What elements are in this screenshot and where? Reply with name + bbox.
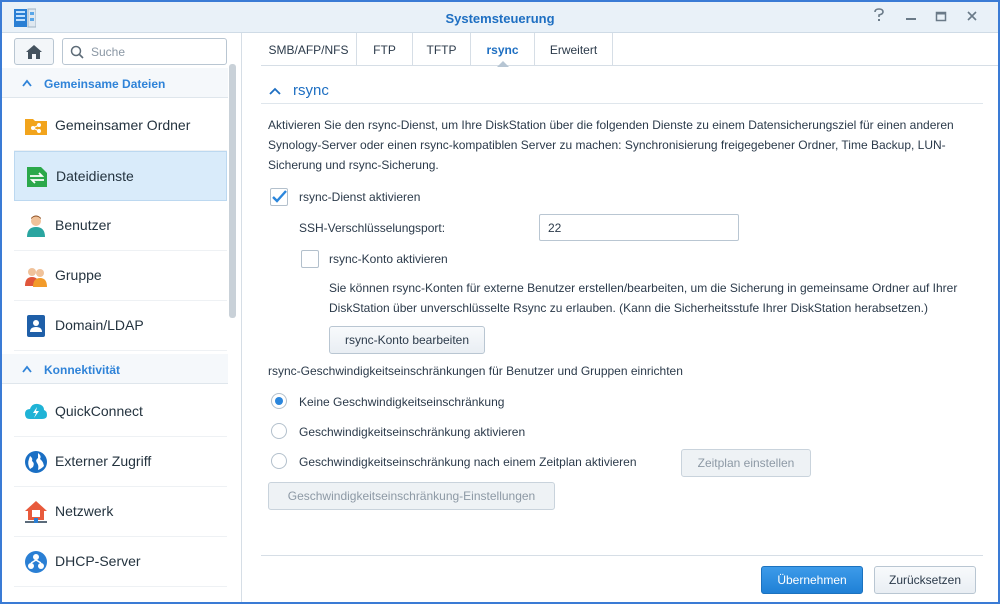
file-services-icon xyxy=(27,167,47,187)
domain-ldap-icon xyxy=(27,315,45,337)
rsync-section-header[interactable]: rsync xyxy=(261,80,983,104)
sidebar-item-label: Dateidienste xyxy=(56,168,134,184)
sidebar-item-user[interactable]: Benutzer xyxy=(14,201,227,251)
sidebar-item-label: Domain/LDAP xyxy=(55,317,144,333)
minimize-icon[interactable] xyxy=(900,8,922,28)
dhcp-server-icon xyxy=(25,551,47,573)
schedule-button[interactable]: Zeitplan einstellen xyxy=(681,449,811,477)
shared-folder-icon xyxy=(25,119,47,135)
window-title: Systemsteuerung xyxy=(445,11,555,26)
radio-scheduled-speed-limit[interactable] xyxy=(271,453,287,469)
sidebar-item-external-access[interactable]: Externer Zugriff xyxy=(14,437,227,487)
quickconnect-icon xyxy=(25,403,47,419)
home-button[interactable] xyxy=(14,38,54,65)
edit-rsync-account-button[interactable]: rsync-Konto bearbeiten xyxy=(329,326,485,354)
tab-bar: SMB/AFP/NFS FTP TFTP rsync Erweitert xyxy=(261,33,998,67)
group-label: Gemeinsame Dateien xyxy=(44,77,166,91)
radio-label: Geschwindigkeitseinschränkung aktivieren xyxy=(299,425,526,439)
sidebar-item-domain-ldap[interactable]: Domain/LDAP xyxy=(14,301,227,351)
search-icon xyxy=(70,45,84,59)
tab-smb-afp-nfs[interactable]: SMB/AFP/NFS xyxy=(261,33,357,66)
sidebar-scrollbar[interactable] xyxy=(229,64,236,318)
enable-rsync-checkbox[interactable] xyxy=(270,188,288,206)
group-icon xyxy=(25,268,47,287)
search-box[interactable] xyxy=(62,38,227,65)
chevron-up-icon xyxy=(269,87,281,95)
sidebar-item-label: QuickConnect xyxy=(55,403,143,419)
footer-divider xyxy=(261,555,983,556)
tab-advanced[interactable]: Erweitert xyxy=(535,33,613,66)
enable-rsync-label: rsync-Dienst aktivieren xyxy=(299,190,421,204)
main-panel: SMB/AFP/NFS FTP TFTP rsync Erweitert rsy… xyxy=(243,33,998,602)
tab-rsync[interactable]: rsync xyxy=(471,33,535,67)
control-panel-window: Systemsteuerung Gem xyxy=(2,2,998,602)
sidebar-item-shared-folder[interactable]: Gemeinsamer Ordner xyxy=(14,101,227,151)
help-icon[interactable] xyxy=(868,8,890,28)
network-icon xyxy=(25,501,47,523)
apply-button[interactable]: Übernehmen xyxy=(761,566,863,594)
sidebar-item-dhcp-server[interactable]: DHCP-Server xyxy=(14,537,227,587)
sidebar-item-label: Gruppe xyxy=(55,267,102,283)
radio-enable-speed-limit[interactable] xyxy=(271,423,287,439)
sidebar-item-label: Externer Zugriff xyxy=(55,453,152,469)
sidebar-item-network[interactable]: Netzwerk xyxy=(14,487,227,537)
radio-label: Geschwindigkeitseinschränkung nach einem… xyxy=(299,455,637,469)
tab-ftp[interactable]: FTP xyxy=(357,33,413,66)
tab-tftp[interactable]: TFTP xyxy=(413,33,471,66)
enable-account-label: rsync-Konto aktivieren xyxy=(329,252,448,266)
search-input[interactable] xyxy=(91,43,221,61)
sidebar-item-label: Benutzer xyxy=(55,217,112,233)
group-connectivity[interactable]: Konnektivität xyxy=(2,354,228,384)
radio-no-speed-limit[interactable] xyxy=(271,393,287,409)
user-icon xyxy=(27,215,45,237)
sidebar-item-file-services[interactable]: Dateidienste xyxy=(14,151,227,201)
rsync-description: Aktivieren Sie den rsync-Dienst, um Ihre… xyxy=(268,118,954,172)
account-note: Sie können rsync-Konten für externe Benu… xyxy=(329,281,958,315)
external-access-icon xyxy=(25,451,47,473)
title-bar: Systemsteuerung xyxy=(2,2,998,33)
checkmark-icon xyxy=(272,190,287,203)
sidebar-item-label: Gemeinsamer Ordner xyxy=(55,117,191,133)
chevron-up-icon xyxy=(22,79,32,87)
group-shared-files[interactable]: Gemeinsame Dateien xyxy=(2,68,228,98)
group-label: Konnektivität xyxy=(44,363,121,377)
reset-button[interactable]: Zurücksetzen xyxy=(874,566,976,594)
ssh-port-label: SSH-Verschlüsselungsport: xyxy=(299,221,446,235)
sidebar: Gemeinsame Dateien Gemeinsamer Ordner Da… xyxy=(2,33,242,602)
speed-limit-heading: rsync-Geschwindigkeitseinschränkungen fü… xyxy=(268,364,683,378)
sidebar-item-label: Netzwerk xyxy=(55,503,114,519)
close-icon[interactable] xyxy=(961,8,983,28)
chevron-up-icon xyxy=(22,365,32,373)
home-icon xyxy=(26,44,42,59)
speed-limit-settings-button[interactable]: Geschwindigkeitseinschränkung-Einstellun… xyxy=(268,482,555,510)
radio-label: Keine Geschwindigkeitseinschränkung xyxy=(299,395,505,409)
sidebar-item-label: DHCP-Server xyxy=(55,553,141,569)
sidebar-item-group[interactable]: Gruppe xyxy=(14,251,227,301)
ssh-port-input[interactable]: 22 xyxy=(539,214,739,241)
sidebar-item-quickconnect[interactable]: QuickConnect xyxy=(14,387,227,437)
enable-account-checkbox[interactable] xyxy=(301,250,319,268)
section-title: rsync xyxy=(293,82,329,99)
maximize-icon[interactable] xyxy=(930,8,952,28)
